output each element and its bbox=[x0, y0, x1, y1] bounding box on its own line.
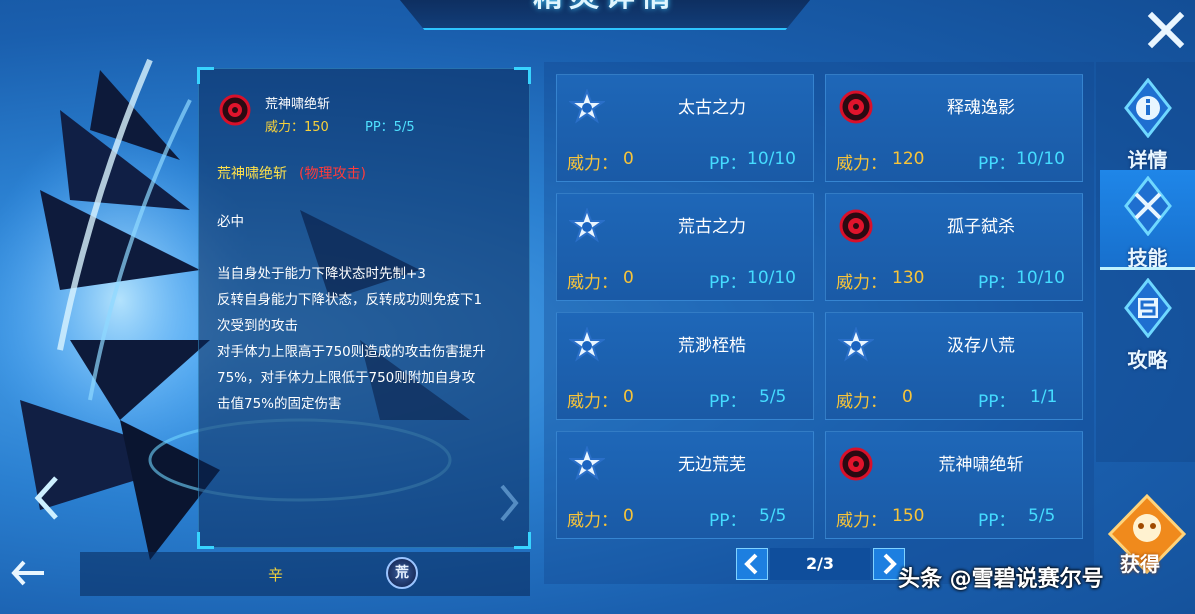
skill-name: 荒神啸绝斩 bbox=[938, 455, 1024, 475]
tab-skills[interactable]: 技能 bbox=[1100, 170, 1195, 270]
star-icon bbox=[569, 327, 605, 362]
pp-label: PP： bbox=[709, 511, 747, 531]
prev-creature-arrow-icon[interactable] bbox=[32, 474, 62, 522]
power-label: 威力： bbox=[567, 511, 618, 531]
pp-label: PP： bbox=[709, 392, 747, 412]
tab-guide[interactable]: 攻略 bbox=[1100, 272, 1195, 372]
detail-pp: PP：5/5 bbox=[365, 120, 415, 135]
skill-card[interactable]: 荒渺桎梏 威力： 0 PP： 5/5 bbox=[556, 312, 814, 420]
power-label: 威力： bbox=[836, 392, 887, 412]
pp-label: PP： bbox=[978, 154, 1016, 174]
swords-icon bbox=[1124, 176, 1172, 236]
corner-decoration bbox=[514, 532, 531, 549]
skill-detail-panel: 荒神啸绝斩 威力：150 PP：5/5 荒神啸绝斩 (物理攻击) 必中 当自身处… bbox=[197, 67, 531, 549]
detail-power: 威力：150 bbox=[265, 120, 329, 135]
obtain-label: 获得 bbox=[1120, 552, 1160, 576]
detail-skill-name: 荒神啸绝斩 bbox=[265, 97, 331, 112]
skill-name: 释魂逸影 bbox=[947, 98, 1015, 118]
power-value: 0 bbox=[623, 268, 634, 288]
detail-skill-type: (物理攻击) bbox=[299, 166, 366, 182]
pp-label: PP： bbox=[709, 273, 747, 293]
red-orb-icon bbox=[219, 94, 251, 126]
star-icon bbox=[569, 208, 605, 243]
skill-name: 孤子弑杀 bbox=[947, 217, 1015, 237]
info-icon bbox=[1124, 78, 1172, 138]
power-label: 威力： bbox=[567, 273, 618, 293]
power-label: 威力： bbox=[567, 154, 618, 174]
star-icon bbox=[569, 446, 605, 481]
guide-icon bbox=[1124, 278, 1172, 338]
power-value: 0 bbox=[623, 149, 634, 169]
pp-value: 10/10 bbox=[1016, 149, 1065, 169]
power-value: 150 bbox=[892, 506, 925, 526]
power-value: 0 bbox=[623, 387, 634, 407]
pp-value: 10/10 bbox=[747, 149, 796, 169]
pp-label: PP： bbox=[978, 392, 1016, 412]
pp-label: PP： bbox=[978, 273, 1016, 293]
chevron-left-icon bbox=[744, 553, 758, 575]
power-label: 威力： bbox=[836, 273, 887, 293]
attribute-badge: 荒 bbox=[386, 557, 418, 589]
back-arrow-icon[interactable] bbox=[10, 558, 46, 588]
skill-name: 无边荒芜 bbox=[678, 455, 746, 475]
tab-details[interactable]: 详情 bbox=[1100, 72, 1195, 172]
prev-page-button[interactable] bbox=[736, 548, 768, 580]
watermark-text: 头条 @雪碧说赛尔号 bbox=[898, 567, 1104, 592]
pp-value: 1/1 bbox=[1030, 387, 1058, 407]
star-icon bbox=[838, 327, 874, 362]
power-value: 0 bbox=[623, 506, 634, 526]
detail-desc-line: 反转自身能力下降状态，反转成功则免疫下1 bbox=[217, 292, 483, 308]
close-icon[interactable] bbox=[1146, 10, 1186, 50]
skill-name: 荒渺桎梏 bbox=[678, 336, 746, 356]
page-title: 精灵详情 bbox=[395, 0, 815, 14]
red-orb-icon bbox=[839, 209, 873, 243]
detail-desc-line: 次受到的攻击 bbox=[217, 318, 298, 334]
pp-label: PP： bbox=[709, 154, 747, 174]
corner-decoration bbox=[197, 532, 214, 549]
pp-value: 5/5 bbox=[759, 506, 787, 526]
power-value: 0 bbox=[902, 387, 913, 407]
skill-name: 荒古之力 bbox=[678, 217, 746, 237]
pp-value: 10/10 bbox=[1016, 268, 1065, 288]
tab-label: 技能 bbox=[1127, 246, 1168, 270]
pp-value: 10/10 bbox=[747, 268, 796, 288]
title-banner: 精灵详情 bbox=[395, 0, 815, 30]
skill-card[interactable]: 孤子弑杀 威力： 130 PP： 10/10 bbox=[825, 193, 1083, 301]
detail-desc-line: 击值75%的固定伤害 bbox=[217, 396, 342, 412]
corner-decoration bbox=[197, 67, 214, 84]
skill-card[interactable]: 荒古之力 威力： 0 PP： 10/10 bbox=[556, 193, 814, 301]
star-icon bbox=[569, 89, 605, 124]
skill-name: 太古之力 bbox=[678, 98, 746, 118]
power-label: 威力： bbox=[567, 392, 618, 412]
power-label: 威力： bbox=[836, 511, 887, 531]
power-value: 130 bbox=[892, 268, 925, 288]
detail-desc-line: 对手体力上限高于750则造成的攻击伤害提升 bbox=[217, 344, 486, 360]
power-label: 威力： bbox=[836, 154, 887, 174]
skill-card[interactable]: 汲存八荒 威力： 0 PP： 1/1 bbox=[825, 312, 1083, 420]
detail-skill-title: 荒神啸绝斩 bbox=[217, 166, 287, 182]
skill-card[interactable]: 太古之力 威力： 0 PP： 10/10 bbox=[556, 74, 814, 182]
tab-label: 详情 bbox=[1127, 148, 1168, 172]
pp-value: 5/5 bbox=[1028, 506, 1056, 526]
detail-desc-line: 必中 bbox=[217, 214, 244, 230]
page-indicator: 2/3 bbox=[770, 548, 870, 580]
skill-name: 汲存八荒 bbox=[947, 336, 1015, 356]
skill-card[interactable]: 无边荒芜 威力： 0 PP： 5/5 bbox=[556, 431, 814, 539]
red-orb-icon bbox=[839, 447, 873, 481]
pp-value: 5/5 bbox=[759, 387, 787, 407]
attribute-text: 辛 bbox=[268, 566, 284, 584]
skill-card[interactable]: 荒神啸绝斩 威力： 150 PP： 5/5 bbox=[825, 431, 1083, 539]
power-value: 120 bbox=[892, 149, 925, 169]
skill-card[interactable]: 释魂逸影 威力： 120 PP： 10/10 bbox=[825, 74, 1083, 182]
detail-desc-line: 当自身处于能力下降状态时先制+3 bbox=[217, 266, 426, 282]
tab-label: 攻略 bbox=[1127, 348, 1168, 372]
bottom-info-strip bbox=[80, 552, 530, 596]
corner-decoration bbox=[514, 67, 531, 84]
detail-desc-line: 75%，对手体力上限低于750则附加自身攻 bbox=[217, 370, 476, 386]
red-orb-icon bbox=[839, 90, 873, 124]
pp-label: PP： bbox=[978, 511, 1016, 531]
next-creature-arrow-icon[interactable] bbox=[496, 482, 522, 524]
